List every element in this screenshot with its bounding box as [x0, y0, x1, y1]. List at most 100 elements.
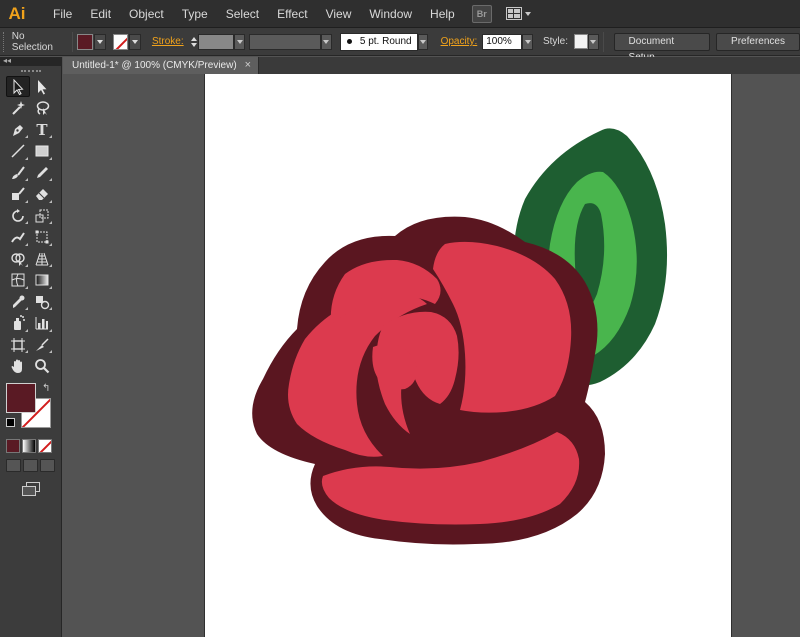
- rotate-tool[interactable]: [6, 205, 30, 226]
- opacity-dropdown[interactable]: [522, 33, 533, 50]
- control-bar: No Selection Stroke: 5 pt. Round Opacity…: [0, 28, 800, 63]
- brush-dropdown[interactable]: [417, 33, 429, 50]
- chevron-down-icon: [524, 11, 531, 16]
- symbol-sprayer-tool[interactable]: [6, 313, 30, 334]
- stroke-dropdown-button[interactable]: [129, 33, 141, 50]
- scale-tool[interactable]: [30, 205, 54, 226]
- document-tab-title: Untitled-1* @ 100% (CMYK/Preview): [72, 60, 237, 71]
- stroke-weight-dropdown[interactable]: [234, 33, 246, 50]
- style-dropdown[interactable]: [587, 33, 599, 50]
- preferences-button[interactable]: Preferences: [716, 32, 800, 51]
- draw-normal-button[interactable]: [6, 459, 21, 472]
- canvas-area[interactable]: [63, 74, 800, 637]
- selection-tool[interactable]: [6, 76, 30, 97]
- pen-tool[interactable]: [6, 119, 30, 140]
- eraser-tool[interactable]: [30, 184, 54, 205]
- bridge-button[interactable]: Br: [471, 4, 492, 23]
- menu-effect[interactable]: Effect: [268, 0, 316, 28]
- document-tab[interactable]: Untitled-1* @ 100% (CMYK/Preview) ×: [63, 57, 259, 74]
- menu-object[interactable]: Object: [120, 0, 173, 28]
- graphic-style-swatch[interactable]: [574, 34, 588, 49]
- brush-dot-icon: [346, 39, 352, 44]
- tools-grip[interactable]: [20, 70, 41, 73]
- artboard-icon: [11, 337, 25, 352]
- blend-tool[interactable]: [30, 291, 54, 312]
- warp-tool[interactable]: [6, 227, 30, 248]
- magic-wand-tool[interactable]: [6, 98, 30, 119]
- gradient-tool[interactable]: [30, 270, 54, 291]
- shape-builder-tool[interactable]: [6, 248, 30, 269]
- stroke-link[interactable]: Stroke:: [147, 36, 189, 47]
- magic-wand-icon: [12, 101, 25, 115]
- perspective-grid-tool[interactable]: [30, 248, 54, 269]
- menu-file[interactable]: File: [44, 0, 81, 28]
- blob-brush-tool[interactable]: [6, 184, 30, 205]
- variable-width-profile[interactable]: [249, 33, 321, 50]
- menu-select[interactable]: Select: [217, 0, 268, 28]
- drawing-mode-buttons: [0, 459, 61, 472]
- collapse-icon[interactable]: ◂◂: [3, 56, 11, 66]
- color-mode-buttons: [0, 439, 61, 453]
- paintbrush-tool[interactable]: [6, 162, 30, 183]
- fill-color-box[interactable]: [6, 383, 36, 413]
- direct-selection-tool[interactable]: [30, 76, 54, 97]
- fill-stroke-controls: ↰: [0, 383, 62, 435]
- rose-illustration[interactable]: [205, 74, 733, 637]
- free-transform-tool[interactable]: [30, 227, 54, 248]
- close-icon[interactable]: ×: [245, 57, 251, 74]
- menu-bar: Ai File Edit Object Type Select Effect V…: [0, 0, 800, 28]
- pen-icon: [13, 124, 23, 136]
- rectangle-tool[interactable]: [30, 141, 54, 162]
- swap-fill-stroke-icon[interactable]: ↰: [42, 383, 50, 394]
- stroke-weight-stepper[interactable]: [189, 34, 199, 50]
- default-fill-stroke-icon[interactable]: [6, 418, 15, 427]
- document-setup-button[interactable]: Document Setup: [613, 32, 711, 63]
- eyedropper-icon: [13, 295, 25, 308]
- artboard-tool[interactable]: [6, 334, 30, 355]
- divider: [72, 31, 74, 52]
- arrange-documents-button[interactable]: [505, 5, 536, 23]
- chevron-down-icon: [419, 39, 426, 44]
- brush-definition-field[interactable]: 5 pt. Round: [339, 32, 418, 51]
- zoom-tool[interactable]: [30, 356, 54, 377]
- rectangle-icon: [35, 145, 49, 157]
- symbol-sprayer-icon: [14, 315, 25, 330]
- fill-color-swatch[interactable]: [77, 33, 93, 50]
- chevron-down-icon: [236, 39, 243, 44]
- opacity-link[interactable]: Opacity:: [436, 36, 483, 47]
- fill-dropdown-button[interactable]: [93, 33, 106, 50]
- type-tool[interactable]: T: [30, 119, 54, 140]
- stroke-weight-field[interactable]: [198, 33, 235, 50]
- pencil-tool[interactable]: [30, 162, 54, 183]
- opacity-field[interactable]: 100%: [482, 33, 523, 50]
- rotate-icon: [12, 208, 24, 222]
- blob-brush-icon: [12, 187, 25, 200]
- color-mode-button[interactable]: [6, 439, 20, 453]
- blend-icon: [36, 295, 50, 309]
- lasso-icon: [36, 101, 50, 115]
- menu-edit[interactable]: Edit: [81, 0, 120, 28]
- eraser-icon: [36, 189, 48, 200]
- menu-type[interactable]: Type: [173, 0, 217, 28]
- artboard[interactable]: [204, 74, 732, 637]
- tools-panel-header: ◂◂: [0, 56, 61, 66]
- lasso-tool[interactable]: [30, 98, 54, 119]
- tab-strip: [259, 57, 800, 74]
- menu-view[interactable]: View: [317, 0, 361, 28]
- menu-help[interactable]: Help: [421, 0, 464, 28]
- column-graph-tool[interactable]: [30, 313, 54, 334]
- line-icon: [11, 144, 25, 158]
- profile-dropdown[interactable]: [320, 33, 332, 50]
- draw-behind-button[interactable]: [23, 459, 38, 472]
- hand-tool[interactable]: [6, 356, 30, 377]
- stroke-color-swatch[interactable]: [112, 33, 129, 50]
- gradient-mode-button[interactable]: [22, 439, 36, 453]
- eyedropper-tool[interactable]: [6, 291, 30, 312]
- none-mode-button[interactable]: [38, 439, 52, 453]
- draw-inside-button[interactable]: [40, 459, 55, 472]
- screen-mode-icon[interactable]: [20, 482, 42, 498]
- mesh-tool[interactable]: [6, 270, 30, 291]
- slice-tool[interactable]: [30, 334, 54, 355]
- line-segment-tool[interactable]: [6, 141, 30, 162]
- menu-window[interactable]: Window: [360, 0, 421, 28]
